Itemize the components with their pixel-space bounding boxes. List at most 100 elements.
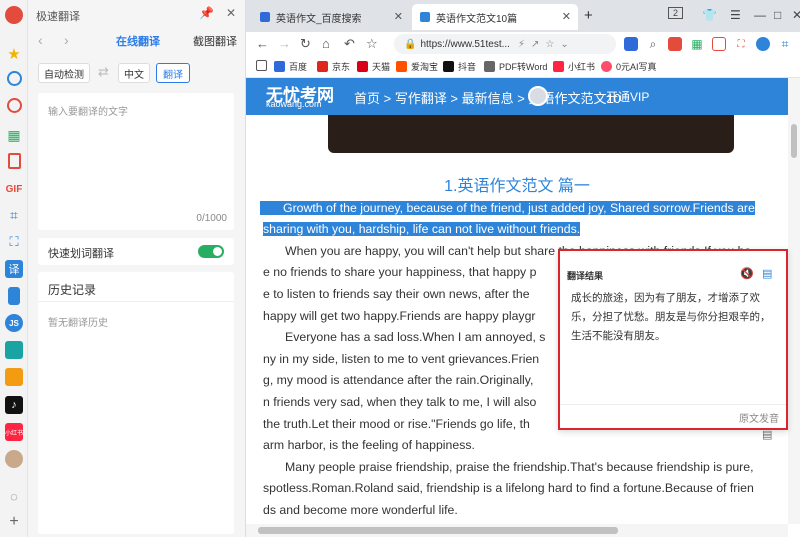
translate-input[interactable]: 输入要翻译的文字 0/1000	[38, 93, 234, 230]
source-pronunciation[interactable]: 原文发音	[739, 410, 779, 425]
copy-icon[interactable]: ▤	[762, 267, 772, 280]
paw-icon[interactable]	[624, 37, 638, 51]
target-language-select[interactable]: 中文	[118, 63, 150, 83]
xiaohongshu-icon[interactable]: 小红书	[5, 423, 23, 441]
bookmark-pdf-to-word[interactable]: PDF转Word	[484, 60, 547, 73]
mute-icon[interactable]: 🔇	[740, 267, 754, 280]
forward-icon[interactable]: ›	[64, 32, 69, 48]
apps-icon[interactable]: ▦	[690, 37, 704, 51]
bookmark-label: 抖音	[458, 62, 477, 72]
menu-icon[interactable]: ☰	[730, 8, 741, 22]
translate-button[interactable]: 翻译	[156, 63, 190, 83]
breadcrumb[interactable]: 首页 > 写作翻译 > 最新信息 > 英语作文范文10	[354, 88, 621, 107]
bookmark-star-icon[interactable]: ☆	[366, 36, 378, 52]
star-icon[interactable]: ★	[5, 45, 23, 63]
bookmark-baidu[interactable]: 百度	[274, 60, 307, 73]
share-icon[interactable]: ↗	[531, 39, 539, 50]
browser-logo-icon[interactable]	[5, 6, 23, 24]
crop-icon[interactable]: ⌗	[5, 206, 23, 224]
js-icon[interactable]: JS	[5, 314, 23, 332]
monitor-icon[interactable]	[5, 341, 23, 359]
back-icon[interactable]: ‹	[38, 32, 43, 48]
bulb-icon[interactable]: ◌	[5, 487, 23, 505]
undo-icon[interactable]: ↶	[344, 36, 355, 52]
skin-icon[interactable]: 👕	[702, 8, 717, 22]
clock-icon[interactable]	[7, 71, 22, 86]
reload-icon[interactable]: ↻	[300, 36, 311, 52]
tiktok-icon[interactable]: ♪	[5, 396, 23, 414]
game-icon[interactable]	[5, 368, 23, 386]
bookmark-label: 小红书	[568, 62, 596, 72]
bookmark-label: 百度	[289, 62, 308, 72]
add-icon[interactable]: +	[5, 513, 23, 531]
new-tab-button[interactable]: +	[584, 7, 593, 24]
pin-icon[interactable]: 📌	[199, 6, 214, 20]
bookmark-xiaohongshu[interactable]: 小红书	[553, 60, 595, 73]
user-avatar[interactable]	[528, 86, 548, 106]
close-icon[interactable]: ✕	[226, 6, 236, 20]
pdf-word-icon	[484, 61, 495, 72]
bookmark-jd[interactable]: 京东	[317, 60, 350, 73]
close-tab-icon[interactable]: ✕	[394, 10, 403, 23]
bookmark-douyin[interactable]: 抖音	[443, 60, 476, 73]
search-icon[interactable]: ⌕	[646, 37, 660, 51]
lock-icon: 🔒	[404, 38, 417, 50]
vertical-scrollbar[interactable]	[788, 78, 800, 524]
close-tab-icon[interactable]: ✕	[562, 10, 571, 23]
sidebar-toggle-icon[interactable]	[256, 60, 271, 71]
bookmark-ai-photo[interactable]: 0元AI写真	[601, 60, 657, 73]
tab-essay[interactable]: 英语作文范文10篇 ✕	[412, 4, 578, 30]
document-icon[interactable]: ▤	[762, 428, 776, 442]
minimize-icon[interactable]: —	[754, 8, 766, 22]
apps-icon[interactable]: ▦	[5, 126, 23, 144]
robot-icon[interactable]	[756, 37, 770, 51]
scroll-thumb[interactable]	[791, 124, 797, 158]
crop-icon[interactable]: ⌗	[778, 37, 792, 51]
tmall-icon	[357, 61, 368, 72]
grid-icon[interactable]	[668, 37, 682, 51]
tab-title: 英语作文范文10篇	[436, 13, 518, 25]
selected-text[interactable]: Growth of the journey, because of the fr…	[260, 201, 755, 215]
phone-icon[interactable]	[8, 287, 20, 305]
gif-icon[interactable]: GIF	[5, 180, 23, 198]
close-window-icon[interactable]: ✕	[792, 8, 800, 22]
forward-icon[interactable]: →	[278, 36, 291, 51]
tab-screenshot-translate[interactable]: 截图翻译	[193, 33, 237, 49]
bookmark-tmall[interactable]: 天猫	[357, 60, 390, 73]
bookmark-label: 京东	[332, 62, 351, 72]
source-language-select[interactable]: 自动检测	[38, 63, 90, 83]
pdf-icon[interactable]	[712, 37, 726, 51]
tab-baidu-search[interactable]: 英语作文_百度搜索 ✕	[252, 4, 410, 30]
jd-icon	[317, 61, 328, 72]
address-bar[interactable]: 🔒 https://www.51test... ⚡ ↗ ☆ ⌄	[394, 34, 616, 54]
tab-online-translate[interactable]: 在线翻译	[116, 33, 160, 49]
window-count-badge[interactable]: 2	[668, 7, 684, 19]
vip-link[interactable]: 开通VIP	[606, 88, 649, 105]
pdf-icon[interactable]	[8, 153, 21, 169]
home-icon[interactable]: ⌂	[322, 36, 330, 51]
maximize-icon[interactable]: □	[774, 8, 781, 22]
quick-translate-toggle[interactable]	[198, 245, 224, 258]
history-section: 历史记录 暂无翻译历史	[38, 272, 234, 534]
translation-result-popup: 翻译结果 🔇 ▤ 成长的旅途，因为有了朋友，才增添了欢乐，分担了忧愁。朋友是与你…	[558, 249, 788, 430]
scan-icon[interactable]: ⛶	[5, 233, 23, 251]
article-line: sharing with you, hardship, life can not…	[263, 219, 788, 241]
back-icon[interactable]: ←	[256, 36, 269, 51]
horizontal-scrollbar[interactable]	[246, 524, 788, 537]
bookmark-label: 天猫	[372, 62, 391, 72]
scroll-thumb[interactable]	[258, 527, 618, 534]
chevron-down-icon[interactable]: ⌄	[560, 39, 568, 50]
avatar-icon[interactable]	[5, 450, 23, 468]
hero-image	[328, 115, 734, 153]
translate-icon[interactable]: 译	[5, 260, 23, 278]
selected-text[interactable]: sharing with you, hardship, life can not…	[263, 222, 581, 236]
record-icon[interactable]	[7, 98, 22, 113]
bookmark-aitaobao[interactable]: 爱淘宝	[396, 60, 438, 73]
star-icon[interactable]: ☆	[545, 39, 554, 50]
url-text: https://www.51test...	[420, 38, 510, 50]
lightning-icon[interactable]: ⚡	[518, 39, 525, 50]
douyin-icon	[443, 61, 454, 72]
bookmark-label: PDF转Word	[499, 62, 548, 72]
swap-language-icon[interactable]: ⇄	[98, 64, 109, 80]
image-icon[interactable]: ⛶	[734, 37, 748, 51]
